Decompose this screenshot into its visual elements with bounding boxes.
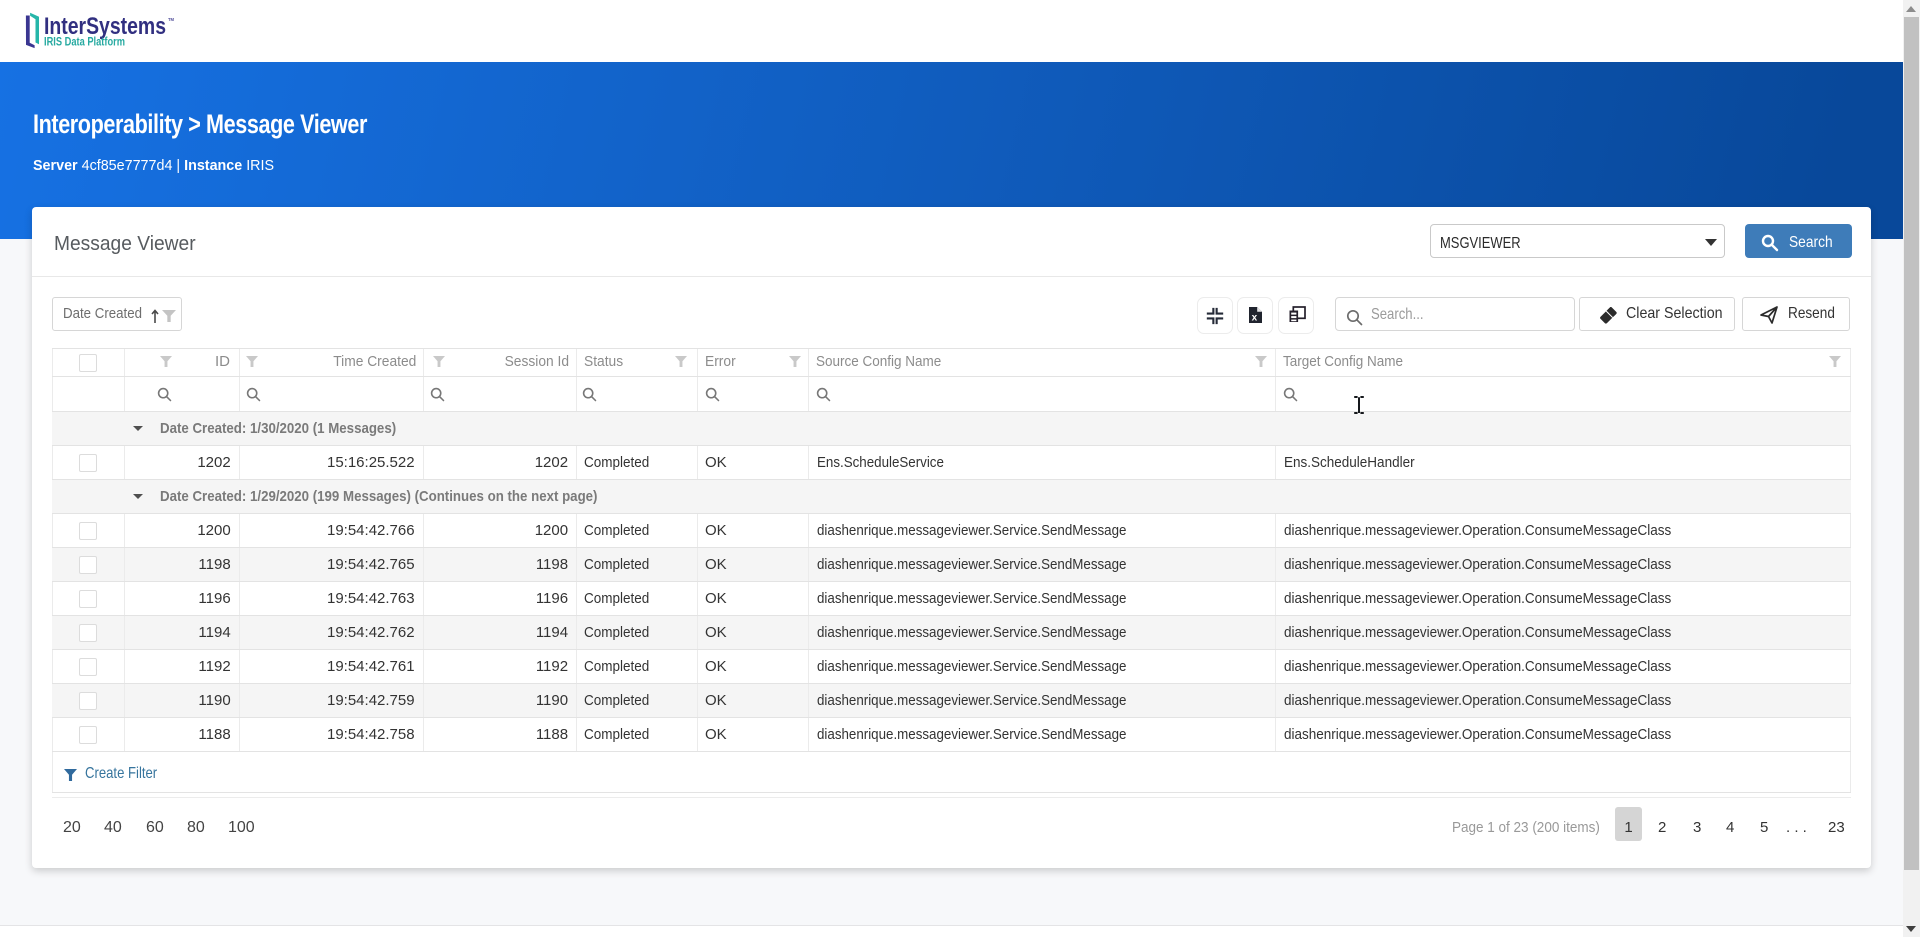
svg-text:x: x <box>1252 312 1258 323</box>
svg-text:TM: TM <box>168 17 175 22</box>
svg-text:IRIS Data Platform: IRIS Data Platform <box>44 37 125 49</box>
